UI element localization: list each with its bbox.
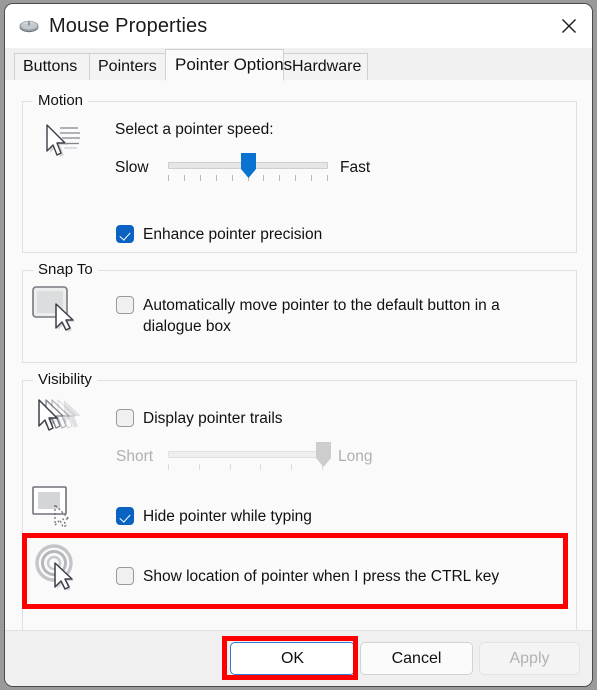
slider-thumb[interactable] — [240, 152, 257, 179]
snap-to-group-title: Snap To — [33, 261, 98, 278]
snap-to-default-button-checkbox[interactable] — [116, 296, 134, 314]
enhance-pointer-precision-checkbox[interactable] — [116, 225, 134, 243]
slider-tick — [215, 175, 217, 181]
show-pointer-location-row[interactable]: Show location of pointer when I press th… — [116, 566, 499, 587]
window-title: Mouse Properties — [49, 14, 208, 37]
slider-tick — [291, 464, 293, 470]
slider-tick — [199, 175, 201, 181]
slider-tick — [263, 175, 265, 181]
show-pointer-location-icon — [30, 542, 86, 592]
ok-button[interactable]: OK — [230, 642, 355, 675]
slider-tick — [229, 464, 231, 470]
cancel-button[interactable]: Cancel — [360, 642, 473, 675]
display-pointer-trails-row[interactable]: Display pointer trails — [116, 408, 283, 429]
motion-group-title: Motion — [33, 92, 89, 109]
slider-tick — [311, 175, 313, 181]
display-pointer-trails-checkbox[interactable] — [116, 409, 134, 427]
pointer-speed-slider[interactable] — [168, 152, 328, 181]
pointer-speed-icon — [30, 119, 86, 169]
hide-pointer-typing-row[interactable]: Hide pointer while typing — [116, 506, 312, 527]
mouse-icon — [18, 15, 40, 37]
show-pointer-location-checkbox[interactable] — [116, 567, 134, 585]
slider-tick — [279, 175, 281, 181]
display-pointer-trails-label: Display pointer trails — [143, 410, 283, 427]
tab-pointers[interactable]: Pointers — [89, 53, 166, 81]
visibility-group-title: Visibility — [33, 371, 97, 388]
slider-fast-label: Fast — [340, 159, 371, 176]
trails-slider-ticks — [168, 464, 323, 472]
slider-tick — [168, 464, 169, 470]
trails-short-label: Short — [116, 448, 154, 465]
slider-tick — [231, 175, 233, 181]
enhance-pointer-precision-row[interactable]: Enhance pointer precision — [116, 224, 322, 245]
snap-to-default-button-icon — [30, 283, 86, 333]
tab-strip: Buttons Pointers Pointer Options Hardwar… — [5, 48, 592, 81]
trails-slider-thumb[interactable] — [315, 441, 332, 468]
show-pointer-location-label: Show location of pointer when I press th… — [143, 568, 500, 585]
tab-pointer-options[interactable]: Pointer Options — [165, 49, 292, 81]
mouse-properties-dialog: Mouse Properties Buttons Pointers Pointe… — [4, 3, 593, 687]
slider-tick — [295, 175, 297, 181]
slider-tick — [183, 175, 185, 181]
hide-pointer-typing-checkbox[interactable] — [116, 507, 134, 525]
enhance-pointer-precision-label: Enhance pointer precision — [143, 226, 323, 243]
snap-to-default-button-row[interactable]: Automatically move pointer to the defaul… — [116, 295, 516, 337]
slider-tick — [168, 175, 169, 181]
slider-tick — [327, 175, 328, 181]
hide-pointer-typing-label: Hide pointer while typing — [143, 508, 312, 525]
pointer-trails-icon — [30, 395, 86, 445]
trails-slider-track — [168, 451, 323, 458]
snap-to-default-button-label: Automatically move pointer to the defaul… — [143, 297, 500, 335]
apply-button[interactable]: Apply — [479, 642, 580, 675]
pointer-speed-label: Select a pointer speed: — [115, 121, 274, 138]
dialog-button-bar: OK Cancel Apply — [5, 631, 592, 686]
tab-buttons[interactable]: Buttons — [14, 53, 90, 81]
pointer-trails-slider[interactable] — [168, 442, 331, 470]
slider-slow-label: Slow — [115, 159, 149, 176]
trails-long-label: Long — [338, 448, 373, 465]
tab-hardware[interactable]: Hardware — [283, 53, 368, 81]
title-bar: Mouse Properties — [5, 4, 592, 48]
slider-tick — [198, 464, 200, 470]
slider-tick — [260, 464, 262, 470]
close-icon[interactable] — [546, 4, 592, 48]
hide-pointer-typing-icon — [30, 484, 86, 534]
pointer-options-pane: Motion Select a pointer speed: Slow Fast… — [5, 80, 592, 661]
